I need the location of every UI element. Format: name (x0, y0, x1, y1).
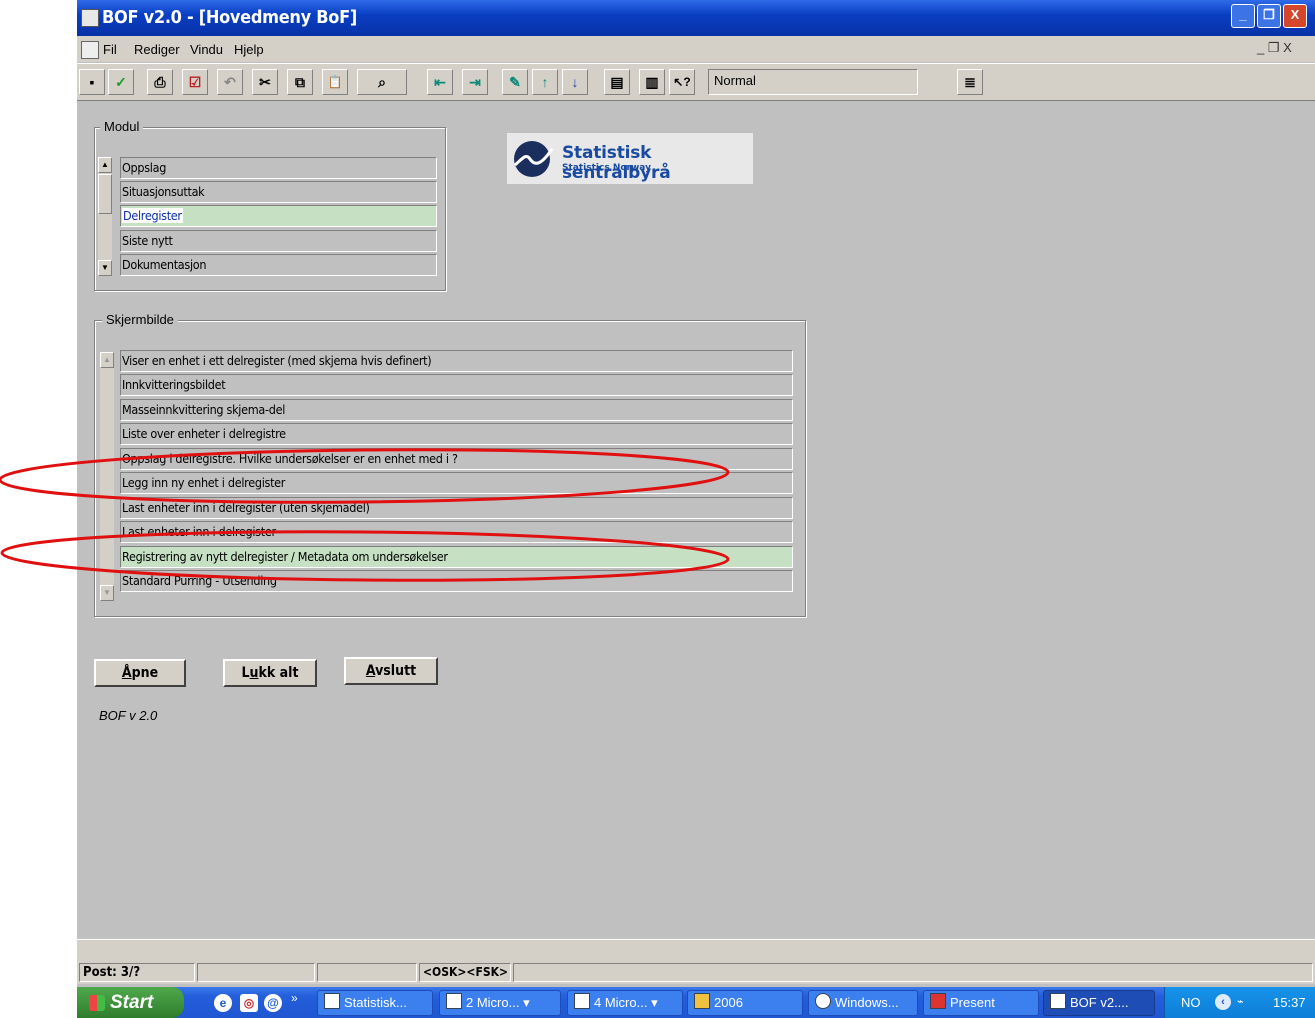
annotation-circle-legg-inn (0, 448, 730, 504)
annotation-overlay (0, 448, 730, 582)
annotation-circle-registrering (0, 530, 730, 582)
